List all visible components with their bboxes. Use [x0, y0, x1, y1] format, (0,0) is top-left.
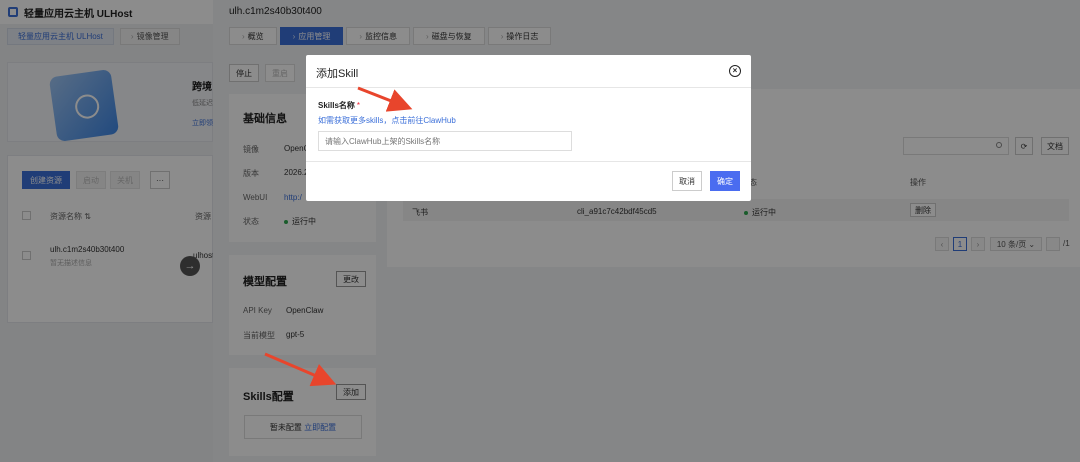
close-icon[interactable]: ×	[729, 65, 741, 77]
required-mark: *	[356, 101, 361, 110]
skill-name-label-text: Skills名称	[318, 101, 355, 110]
modal-divider	[306, 87, 751, 88]
field-hint: 如需获取更多skills，点击前往ClawHub	[318, 115, 456, 126]
field-hint-text: 如需获取更多skills，点击前往	[318, 116, 424, 125]
clawhub-link[interactable]: ClawHub	[423, 116, 455, 125]
cancel-button[interactable]: 取消	[672, 171, 702, 191]
add-skill-modal: 添加Skill × Skills名称 * 如需获取更多skills，点击前往Cla…	[306, 55, 751, 201]
skill-name-input[interactable]	[318, 131, 572, 151]
modal-footer-divider	[306, 161, 751, 162]
modal-title: 添加Skill	[316, 68, 359, 80]
skill-name-label: Skills名称 *	[318, 100, 360, 111]
confirm-button[interactable]: 确定	[710, 171, 740, 191]
